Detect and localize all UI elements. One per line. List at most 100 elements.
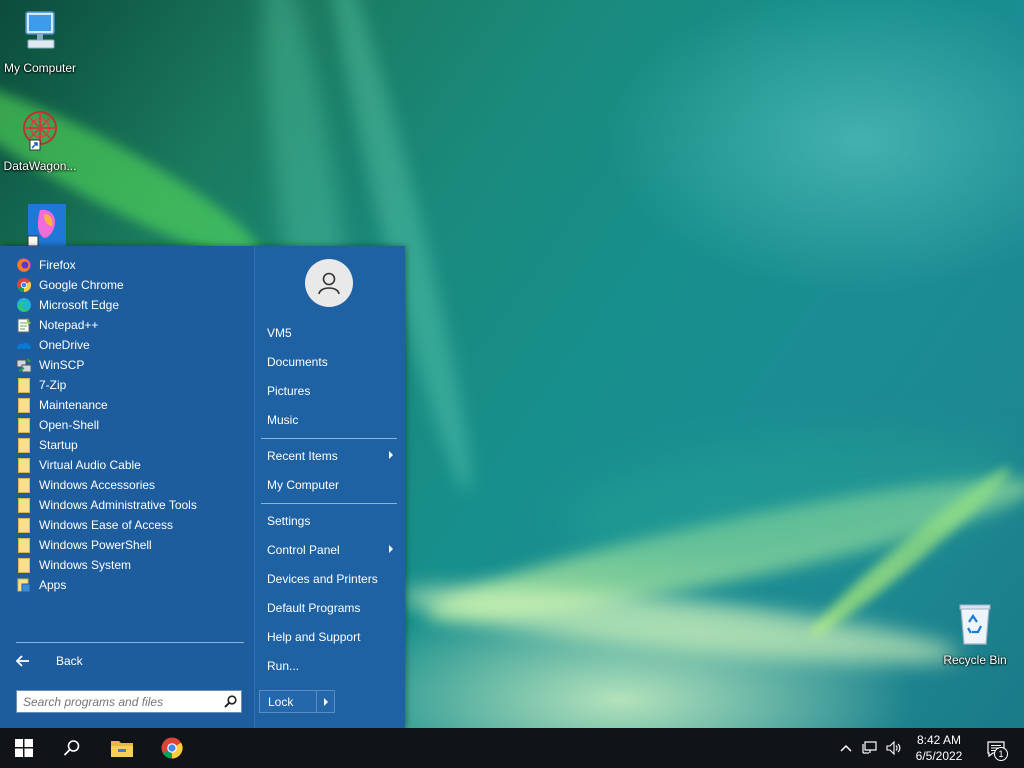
places-item-run[interactable]: Run... <box>261 654 397 678</box>
programs-list: Firefox Google Chrome Microsoft Edge Not… <box>0 246 254 728</box>
folder-icon <box>16 377 32 393</box>
show-hidden-icons-chevron-icon[interactable] <box>838 740 854 756</box>
winscp-icon <box>16 357 32 373</box>
places-label: Devices and Printers <box>267 572 378 586</box>
program-label: Windows PowerShell <box>39 538 152 552</box>
program-firefox[interactable]: Firefox <box>16 255 242 275</box>
search-input[interactable] <box>17 693 219 710</box>
program-label: Google Chrome <box>39 278 124 292</box>
back-arrow-icon <box>16 655 40 667</box>
places-item-user[interactable]: VM5 <box>261 321 397 345</box>
onedrive-icon <box>16 337 32 353</box>
taskbar-file-explorer[interactable] <box>98 728 146 768</box>
desktop-icon-recycle-bin[interactable]: Recycle Bin <box>935 600 1015 667</box>
network-icon[interactable] <box>862 740 878 756</box>
lock-button[interactable]: Lock <box>259 690 335 713</box>
program-folder-virtual-audio-cable[interactable]: Virtual Audio Cable <box>16 455 242 475</box>
taskbar: 8:42 AM 6/5/2022 1 <box>0 728 1024 768</box>
program-folder-windows-powershell[interactable]: Windows PowerShell <box>16 535 242 555</box>
places-label: Documents <box>267 355 328 369</box>
desktop-icon-my-computer[interactable]: My Computer <box>0 8 80 75</box>
programs-divider <box>16 642 244 643</box>
folder-icon <box>16 457 32 473</box>
folder-icon <box>16 497 32 513</box>
places-item-my-computer[interactable]: My Computer <box>261 473 397 497</box>
places-item-documents[interactable]: Documents <box>261 350 397 374</box>
back-button[interactable]: Back <box>16 650 242 672</box>
places-label: Pictures <box>267 384 311 398</box>
program-label: Virtual Audio Cable <box>39 458 141 472</box>
places-item-recent-items[interactable]: Recent Items <box>261 444 397 468</box>
program-folder-windows-accessories[interactable]: Windows Accessories <box>16 475 242 495</box>
lock-label: Lock <box>268 694 294 709</box>
program-apps[interactable]: Apps <box>16 575 242 595</box>
program-onedrive[interactable]: OneDrive <box>16 335 242 355</box>
program-folder-windows-system[interactable]: Windows System <box>16 555 242 575</box>
places-item-settings[interactable]: Settings <box>261 509 397 533</box>
folder-icon <box>16 417 32 433</box>
program-folder-open-shell[interactable]: Open-Shell <box>16 415 242 435</box>
notepad-plus-plus-icon <box>16 317 32 333</box>
datawagon-icon <box>23 111 57 151</box>
search-icon[interactable] <box>219 695 241 708</box>
volume-icon[interactable] <box>886 740 902 756</box>
clock-time: 8:42 AM <box>916 733 962 747</box>
places-item-default-programs[interactable]: Default Programs <box>261 596 397 620</box>
places-item-help-and-support[interactable]: Help and Support <box>261 625 397 649</box>
taskbar-search-button[interactable] <box>48 728 96 768</box>
program-label: OneDrive <box>39 338 90 352</box>
places-label: My Computer <box>267 478 340 492</box>
notification-count-badge: 1 <box>994 747 1008 761</box>
program-winscp[interactable]: WinSCP <box>16 355 242 375</box>
desktop-icon-datawagon[interactable]: DataWagon... <box>0 106 80 173</box>
program-label: Firefox <box>39 258 76 272</box>
program-notepad-plus-plus[interactable]: Notepad++ <box>16 315 242 335</box>
places-item-music[interactable]: Music <box>261 408 397 432</box>
search-box[interactable] <box>16 690 242 713</box>
places-label: Settings <box>267 514 311 528</box>
start-icon <box>15 739 33 757</box>
places-divider <box>261 503 397 504</box>
program-folder-startup[interactable]: Startup <box>16 435 242 455</box>
places-label: Run... <box>267 659 300 673</box>
desktop-icon-paint[interactable] <box>0 204 80 249</box>
folder-icon <box>16 477 32 493</box>
program-microsoft-edge[interactable]: Microsoft Edge <box>16 295 242 315</box>
program-folder-maintenance[interactable]: Maintenance <box>16 395 242 415</box>
places-item-control-panel[interactable]: Control Panel <box>261 538 397 562</box>
computer-icon <box>25 11 55 49</box>
folder-icon <box>16 517 32 533</box>
start-menu: Firefox Google Chrome Microsoft Edge Not… <box>0 246 405 728</box>
program-label: Open-Shell <box>39 418 100 432</box>
program-label: Maintenance <box>39 398 108 412</box>
apps-icon <box>16 577 32 593</box>
start-button[interactable] <box>0 728 48 768</box>
places-label: VM5 <box>267 326 292 340</box>
places-label: Help and Support <box>267 630 361 644</box>
places-item-devices-and-printers[interactable]: Devices and Printers <box>261 567 397 591</box>
file-explorer-icon <box>111 741 133 757</box>
places-label: Recent Items <box>267 449 338 463</box>
action-center-icon[interactable]: 1 <box>984 738 1008 761</box>
taskbar-chrome[interactable] <box>148 728 196 768</box>
program-folder-windows-ease-of-access[interactable]: Windows Ease of Access <box>16 515 242 535</box>
program-label: Notepad++ <box>39 318 99 332</box>
program-google-chrome[interactable]: Google Chrome <box>16 275 242 295</box>
folder-icon <box>16 397 32 413</box>
program-folder-windows-administrative-tools[interactable]: Windows Administrative Tools <box>16 495 242 515</box>
user-avatar-icon[interactable] <box>305 259 353 307</box>
submenu-arrow-icon <box>389 545 393 553</box>
places-divider <box>261 438 397 439</box>
paint-icon <box>27 204 76 247</box>
program-folder-7-zip[interactable]: 7-Zip <box>16 375 242 395</box>
places-item-pictures[interactable]: Pictures <box>261 379 397 403</box>
desktop-icon-label: Recycle Bin <box>943 653 1007 667</box>
program-label: WinSCP <box>39 358 85 372</box>
back-label: Back <box>56 654 83 668</box>
shutdown-options-arrow-icon[interactable] <box>317 697 334 706</box>
program-label: Windows Accessories <box>39 478 156 492</box>
taskbar-clock[interactable]: 8:42 AM 6/5/2022 <box>904 732 974 764</box>
program-label: Microsoft Edge <box>39 298 120 312</box>
folder-icon <box>16 537 32 553</box>
desktop-icon-label: My Computer <box>3 61 77 75</box>
